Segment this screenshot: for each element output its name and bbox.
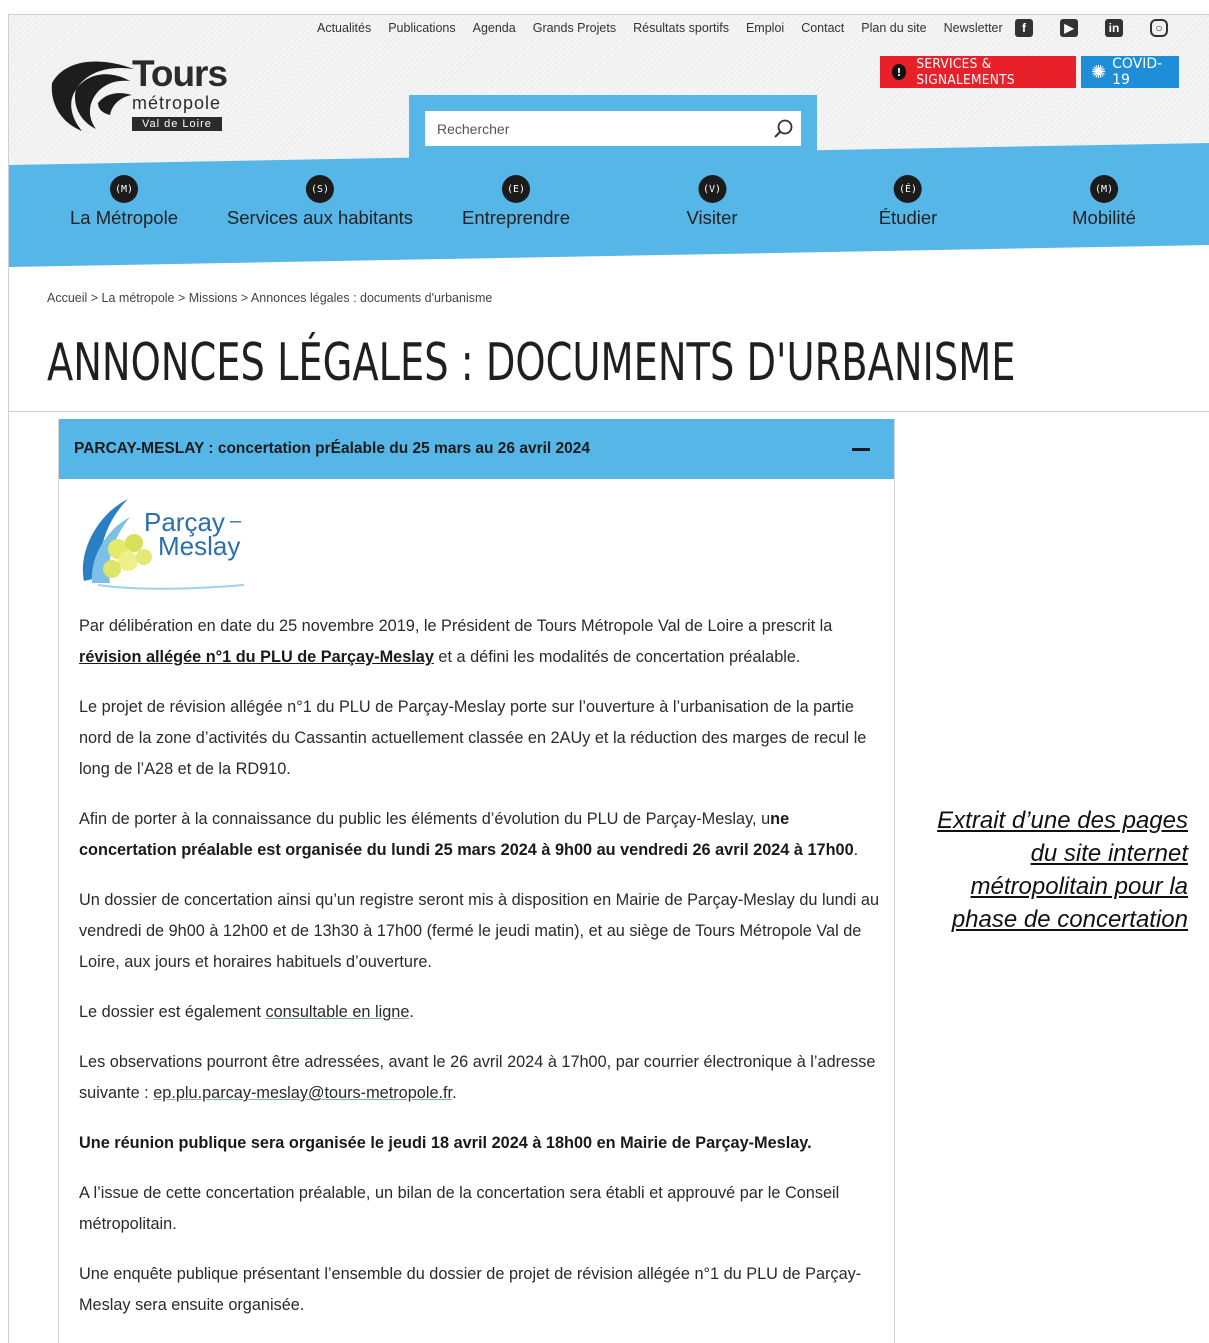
nav-label: Entreprendre — [462, 207, 570, 228]
nav-label: Visiter — [686, 207, 738, 228]
badge-icon: (M) — [109, 175, 138, 203]
nav-item-visiter[interactable]: (V) Visiter — [686, 175, 738, 229]
top-links-bar: Actualités Publications Agenda Grands Pr… — [317, 21, 1020, 35]
nav-item-etudier[interactable]: (É) Étudier — [878, 175, 938, 229]
consultable-en-ligne-link[interactable]: consultable en ligne — [265, 1003, 409, 1021]
nav-label: Mobilité — [1072, 207, 1136, 228]
badge-icon: (E) — [501, 175, 530, 203]
text: et a défini les modalités de concertatio… — [433, 648, 801, 666]
text: Afin de porter à la connaissance du publ… — [79, 810, 771, 828]
paragraph-deliberation: Par délibération en date du 25 novembre … — [79, 611, 879, 673]
accordion-title: PARCAY-MESLAY : concertation prÉalable d… — [74, 440, 591, 457]
accordion-header[interactable]: PARCAY-MESLAY : concertation prÉalable d… — [59, 419, 894, 479]
badge-icon: (V) — [697, 175, 726, 203]
paragraph-reunion: Une réunion publique sera organisée le j… — [79, 1134, 812, 1152]
search-input[interactable] — [425, 111, 801, 146]
accordion-content: Par délibération en date du 25 novembre … — [79, 611, 879, 1340]
top-link-emploi[interactable]: Emploi — [746, 21, 784, 35]
paragraph-enquete: Une enquête publique présentant l’ensemb… — [79, 1265, 862, 1314]
youtube-icon[interactable]: ▶ — [1060, 19, 1078, 37]
breadcrumb[interactable]: Accueil > La métropole > Missions > Anno… — [47, 291, 492, 305]
top-link-actualites[interactable]: Actualités — [317, 21, 371, 35]
paragraph-concertation: Afin de porter à la connaissance du publ… — [79, 804, 879, 866]
svg-text:–: – — [230, 510, 242, 532]
paragraph-observations: Les observations pourront être adressées… — [79, 1047, 879, 1109]
search-icon[interactable] — [772, 118, 794, 140]
text: . — [409, 1003, 414, 1021]
nav-item-entreprendre[interactable]: (E) Entreprendre — [462, 175, 570, 229]
text: Par délibération en date du 25 novembre … — [79, 617, 833, 635]
top-link-publications[interactable]: Publications — [388, 21, 455, 35]
paragraph-dossier: Un dossier de concertation ainsi qu’un r… — [79, 891, 879, 971]
services-button-label: SERVICES & SIGNALEMENTS — [916, 56, 1015, 88]
top-link-grands-projets[interactable]: Grands Projets — [533, 21, 616, 35]
nav-item-la-metropole[interactable]: (M) La Métropole — [70, 175, 178, 229]
tours-metropole-logo[interactable]: Tours métropole Val de Loire — [46, 53, 246, 135]
badge-icon: (S) — [305, 175, 334, 203]
paragraph-en-ligne: Le dossier est également consultable en … — [79, 997, 879, 1028]
nav-label: La Métropole — [70, 207, 178, 228]
screenshot-frame: Actualités Publications Agenda Grands Pr… — [8, 14, 1209, 1343]
collapse-icon[interactable] — [852, 448, 870, 451]
logo-wordmark: Tours — [132, 53, 228, 94]
paragraph-bilan: A l’issue de cette concertation préalabl… — [79, 1184, 840, 1233]
text: Le dossier est également — [79, 1003, 266, 1021]
top-link-contact[interactable]: Contact — [801, 21, 844, 35]
paragraph-projet: Le projet de révision allégée n°1 du PLU… — [79, 698, 867, 778]
top-link-resultats-sportifs[interactable]: Résultats sportifs — [633, 21, 729, 35]
nav-label: Services aux habitants — [226, 207, 414, 228]
nav-item-mobilite[interactable]: (M) Mobilité — [1072, 175, 1136, 229]
instagram-icon[interactable]: ○ — [1150, 19, 1168, 37]
town-logo-line2: Meslay — [158, 531, 240, 561]
figure-caption: Extrait d’une des pages du site internet… — [937, 807, 1188, 933]
email-link[interactable]: ep.plu.parcay-meslay@tours-metropole.fr — [153, 1084, 452, 1102]
revision-link[interactable]: révision allégée n°1 du PLU de Parçay-Me… — [79, 648, 434, 666]
badge-icon: (M) — [1090, 175, 1118, 203]
top-link-agenda[interactable]: Agenda — [473, 21, 516, 35]
virus-icon: ✺ — [1091, 61, 1107, 83]
social-links: f ▶ in ○ — [1015, 19, 1195, 37]
linkedin-icon[interactable]: in — [1105, 19, 1123, 37]
logo-tagline: Val de Loire — [132, 117, 222, 131]
nav-item-services-aux-habitants[interactable]: (S) Services aux habitants — [227, 175, 413, 229]
badge-icon: (É) — [894, 175, 922, 203]
top-link-plan-du-site[interactable]: Plan du site — [861, 21, 926, 35]
text: . — [853, 841, 859, 859]
covid-button-label: COVID-19 — [1112, 56, 1163, 88]
facebook-icon[interactable]: f — [1015, 19, 1033, 37]
page-title: ANNONCES LÉGALES : DOCUMENTS D'URBANISME — [47, 333, 1016, 393]
logo-swoosh-icon — [51, 61, 134, 131]
divider — [9, 411, 1209, 412]
nav-label: Étudier — [878, 207, 938, 228]
alert-icon: ! — [892, 64, 907, 80]
accordion-panel: PARCAY-MESLAY : concertation prÉalable d… — [58, 419, 895, 1343]
top-link-newsletter[interactable]: Newsletter — [944, 21, 1003, 35]
logo-subtitle: métropole — [132, 93, 222, 113]
text: . — [452, 1084, 457, 1102]
parcay-meslay-logo: Parçay – Meslay — [82, 499, 245, 590]
services-signalements-button[interactable]: ! SERVICES & SIGNALEMENTS — [880, 56, 1076, 88]
covid-button[interactable]: ✺ COVID-19 — [1081, 56, 1179, 88]
